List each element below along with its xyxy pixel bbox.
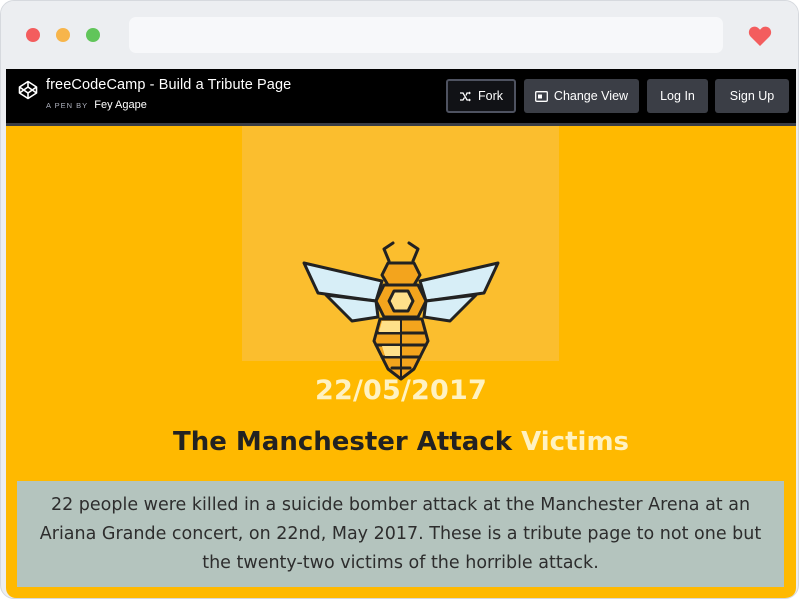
log-in-button-label: Log In: [660, 89, 695, 103]
heart-icon[interactable]: [748, 25, 772, 47]
tribute-headline: The Manchester Attack Victims: [6, 427, 796, 457]
page-viewport: freeCodeCamp - Build a Tribute Page A PE…: [6, 69, 796, 598]
sign-up-button-label: Sign Up: [729, 89, 775, 103]
codepen-logo-icon[interactable]: [18, 80, 38, 100]
codepen-header: freeCodeCamp - Build a Tribute Page A PE…: [6, 69, 796, 126]
layout-icon: [534, 90, 548, 102]
change-view-button-label: Change View: [553, 89, 629, 103]
minimize-window-button[interactable]: [56, 28, 70, 42]
fork-icon: [460, 91, 471, 101]
sign-up-button[interactable]: Sign Up: [715, 79, 789, 113]
address-bar[interactable]: [129, 17, 723, 53]
pen-title[interactable]: freeCodeCamp - Build a Tribute Page: [46, 77, 291, 93]
log-in-button[interactable]: Log In: [647, 79, 708, 113]
manchester-bee-icon: [302, 241, 500, 381]
browser-chrome: [1, 1, 798, 69]
tribute-caption: 22 people were killed in a suicide bombe…: [17, 481, 784, 587]
tribute-date: 22/05/2017: [314, 375, 487, 406]
fork-button-label: Fork: [478, 89, 503, 103]
fork-button[interactable]: Fork: [446, 79, 516, 113]
pen-byline: A PEN BY Fey Agape: [46, 99, 147, 111]
browser-window: freeCodeCamp - Build a Tribute Page A PE…: [0, 0, 799, 599]
headline-main-text: The Manchester Attack: [172, 427, 513, 457]
close-window-button[interactable]: [26, 28, 40, 42]
maximize-window-button[interactable]: [86, 28, 100, 42]
byline-prefix: A PEN BY: [46, 101, 89, 110]
change-view-button[interactable]: Change View: [524, 79, 639, 113]
headline-accent-text: Victims: [521, 427, 630, 457]
author-link[interactable]: Fey Agape: [94, 99, 147, 111]
